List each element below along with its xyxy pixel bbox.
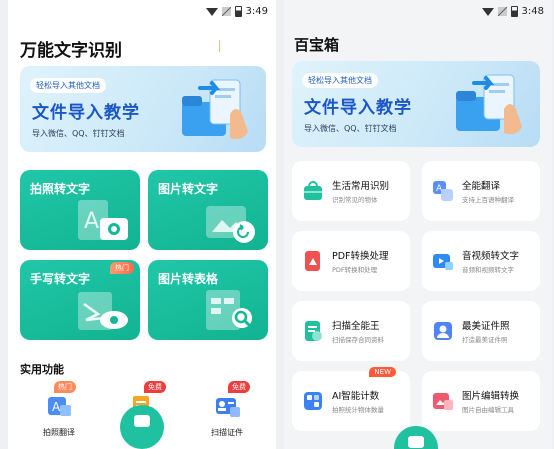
tool-photo-translate[interactable]: 热门 A 拍照翻译 (24, 381, 94, 441)
tool-scan-id[interactable]: 免费 扫描证件 (192, 381, 262, 441)
tool-label: 拍照翻译 (43, 428, 75, 437)
card-subtitle: 音频和视频转文字 (462, 266, 514, 274)
folder-import-illustration (456, 74, 522, 135)
pdf-icon (305, 251, 320, 271)
card-title: 扫描全能王 (332, 321, 380, 332)
card-image-edit[interactable]: 图片编辑转换 图片自由编辑工具 (422, 371, 540, 431)
wifi-icon (205, 7, 218, 16)
banner-chip: 轻松导入其他文档 (302, 73, 378, 88)
folder-import-illustration (182, 79, 248, 140)
id-photo-icon (434, 322, 452, 340)
banner-headline: 文件导入教学 (304, 98, 412, 118)
tile-image-to-text[interactable]: 图片转文字 (148, 170, 268, 250)
toolbox-screen: 3:48 百宝箱 轻松导入其他文档 文件导入教学 导入微信、QQ、钉钉文档 生活… (284, 0, 552, 449)
id-card-icon (216, 398, 240, 417)
section-title-utilities: 实用功能 (20, 363, 64, 376)
tool-label: 扫描证件 (211, 428, 243, 437)
image-folder-icon (206, 206, 255, 243)
home-screen: 3:49 万能文字识别 轻松导入其他文档 文件导入教学 导入微信、QQ、钉钉文档… (8, 0, 276, 449)
card-translate[interactable]: A 全能翻译 支持上百语种翻译 (422, 161, 540, 221)
card-subtitle: PDF转换和处理 (332, 266, 378, 274)
svg-text:A: A (84, 209, 99, 234)
table-search-icon (206, 290, 252, 330)
page-title: 万能文字识别 (20, 41, 122, 61)
camera-icon (134, 415, 150, 427)
text-cursor (219, 40, 220, 52)
video-icon (433, 254, 453, 270)
card-av-to-text[interactable]: 音视频转文字 音频和视频转文字 (422, 231, 540, 291)
tile-handwriting-to-text[interactable]: 手写转文字 热门 (20, 260, 140, 340)
card-subtitle: 拍照统计物体数量 (332, 406, 384, 414)
status-bar: 3:48 (481, 6, 544, 17)
battery-icon (510, 6, 518, 17)
card-title: AI智能计数 (332, 391, 380, 402)
tile-image-to-table[interactable]: 图片转表格 (148, 260, 268, 340)
tile-photo-to-text[interactable]: 拍照转文字 A (20, 170, 140, 250)
image-edit-icon (433, 393, 453, 410)
wifi-icon (481, 7, 494, 16)
card-title: PDF转换处理 (332, 251, 389, 262)
new-tag: NEW (369, 367, 396, 377)
handwriting-eye-icon (78, 292, 128, 330)
banner-subtitle: 导入微信、QQ、钉钉文档 (304, 124, 397, 133)
card-title: 最美证件照 (462, 321, 510, 332)
banner-subtitle: 导入微信、QQ、钉钉文档 (32, 129, 125, 138)
card-scan-master[interactable]: 扫描全能王 扫描保存合同资料 (292, 301, 410, 361)
camera-doc-icon: A (78, 200, 128, 240)
ai-count-icon (304, 392, 322, 410)
battery-icon (234, 6, 242, 17)
card-daily-recognition[interactable]: 生活常用识别 识别常见的物体 (292, 161, 410, 221)
status-bar: 3:49 (205, 6, 268, 17)
banner-chip: 轻松导入其他文档 (30, 78, 106, 93)
card-subtitle: 识别常见的物体 (332, 196, 378, 204)
card-title: 全能翻译 (462, 181, 501, 192)
card-title: 图片编辑转换 (462, 391, 520, 402)
card-id-photo[interactable]: 最美证件照 打造最美证件照 (422, 301, 540, 361)
card-subtitle: 扫描保存合同资料 (332, 336, 384, 344)
status-time: 3:48 (521, 6, 544, 17)
bag-icon (304, 181, 322, 200)
camera-fab[interactable] (120, 405, 164, 449)
card-title: 生活常用识别 (332, 181, 390, 192)
camera-icon (408, 436, 424, 448)
page-title: 百宝箱 (294, 36, 340, 54)
translate-icon: A (48, 397, 71, 416)
scan-doc-icon (305, 321, 322, 341)
banner-headline: 文件导入教学 (32, 103, 140, 123)
card-ai-count[interactable]: NEW AI智能计数 拍照统计物体数量 (292, 367, 410, 431)
svg-text:A: A (52, 400, 61, 414)
card-subtitle: 图片自由编辑工具 (462, 406, 514, 414)
card-subtitle: 打造最美证件照 (462, 336, 508, 344)
free-badge: 免费 (228, 381, 250, 393)
no-signal-icon (221, 7, 231, 16)
import-tutorial-banner[interactable]: 轻松导入其他文档 文件导入教学 导入微信、QQ、钉钉文档 (292, 61, 540, 147)
card-subtitle: 支持上百语种翻译 (462, 196, 514, 204)
translate-icon: A (433, 181, 453, 201)
free-badge: 免费 (144, 381, 166, 393)
card-title: 音视频转文字 (462, 251, 520, 262)
import-tutorial-banner[interactable]: 轻松导入其他文档 文件导入教学 导入微信、QQ、钉钉文档 (20, 66, 266, 152)
card-pdf-convert[interactable]: PDF转换处理 PDF转换和处理 (292, 231, 410, 291)
status-time: 3:49 (245, 6, 268, 17)
no-signal-icon (497, 7, 507, 16)
hot-badge: 热门 (54, 381, 76, 393)
hot-tag: 热门 (110, 262, 134, 274)
